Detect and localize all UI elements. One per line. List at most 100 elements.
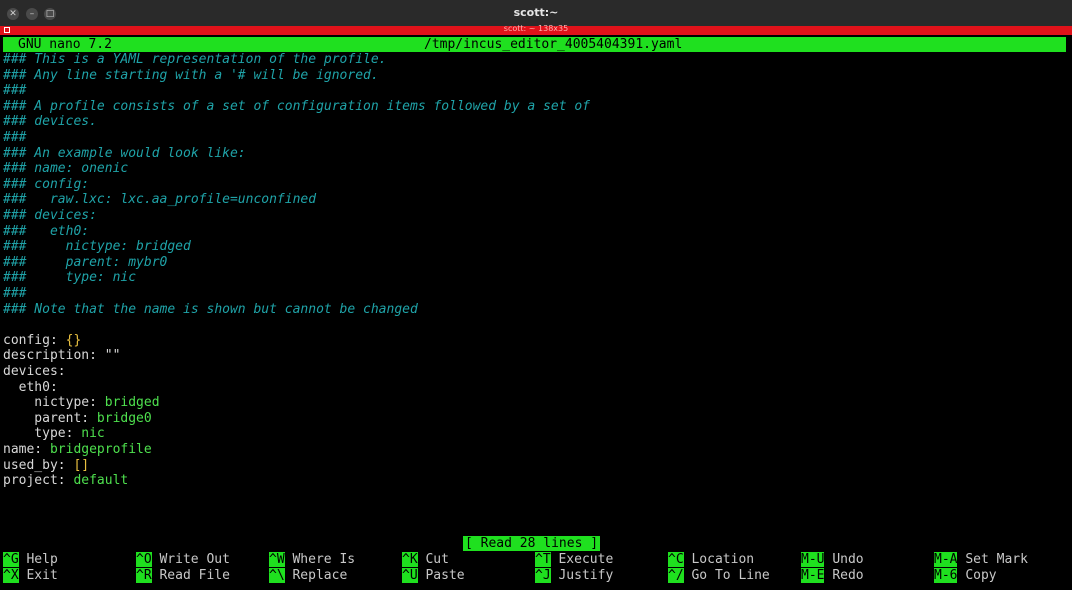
shortcut-label: Location bbox=[691, 552, 755, 567]
comment-line: ### Note that the name is shown but cann… bbox=[3, 301, 418, 317]
shortcut-label: Paste bbox=[425, 568, 465, 583]
shortcut-label: Replace bbox=[292, 568, 348, 583]
shortcut-key: ^G bbox=[3, 552, 19, 567]
shortcut-write-out[interactable]: ^O Write Out bbox=[136, 552, 230, 567]
shortcut-key: ^O bbox=[136, 552, 152, 567]
shortcut-where-is[interactable]: ^W Where Is bbox=[269, 552, 355, 567]
shortcut-paste[interactable]: ^U Paste bbox=[402, 568, 465, 583]
shortcut-label: Redo bbox=[832, 568, 864, 583]
yaml-parent-line: parent: bridge0 bbox=[3, 410, 152, 427]
shortcut-label: Where Is bbox=[292, 552, 356, 567]
yaml-key: name: bbox=[3, 442, 43, 457]
comment-line: ### bbox=[3, 83, 27, 99]
tab-label: scott: ~ 138x35 bbox=[503, 24, 569, 33]
yaml-key: description: bbox=[3, 348, 97, 364]
shortcut-label: Read File bbox=[159, 568, 230, 583]
comment-line: ### eth0: bbox=[3, 223, 90, 239]
shortcut-read-file[interactable]: ^R Read File bbox=[136, 568, 230, 583]
comment-line: ### An example would look like: bbox=[3, 145, 246, 161]
shortcut-key: ^/ bbox=[668, 568, 684, 583]
terminal-window: ✕ – □ scott:~ scott: ~ 138x35 GNU nano 7… bbox=[0, 0, 1072, 590]
shortcut-key: ^\ bbox=[269, 568, 285, 583]
comment-line: ### nictype: bridged bbox=[3, 239, 191, 255]
shortcut-execute[interactable]: ^T Execute bbox=[535, 552, 613, 567]
shortcut-label: Set Mark bbox=[965, 552, 1028, 567]
shortcut-justify[interactable]: ^J Justify bbox=[535, 568, 613, 583]
shortcut-cut[interactable]: ^K Cut bbox=[402, 552, 449, 567]
yaml-value: [] bbox=[73, 457, 90, 473]
comment-line: ### config: bbox=[3, 176, 90, 192]
shortcut-location[interactable]: ^C Location bbox=[668, 552, 754, 567]
shortcut-label: Write Out bbox=[159, 552, 230, 567]
shortcut-label: Help bbox=[26, 552, 58, 567]
shortcut-label: Undo bbox=[832, 552, 864, 567]
yaml-value: {} bbox=[65, 332, 82, 348]
tab-bar[interactable]: scott: ~ 138x35 bbox=[0, 24, 1072, 35]
title-bar: ✕ – □ scott:~ bbox=[0, 0, 1072, 26]
shortcut-key: M-6 bbox=[934, 568, 958, 583]
comment-line: ### A profile consists of a set of confi… bbox=[3, 98, 590, 114]
shortcut-help[interactable]: ^G Help bbox=[3, 552, 58, 567]
yaml-devices-line: devices: bbox=[3, 364, 66, 380]
shortcut-key: M-U bbox=[801, 552, 825, 567]
shortcut-key: M-A bbox=[934, 552, 958, 567]
shortcut-go-to-line[interactable]: ^/ Go To Line bbox=[668, 568, 770, 583]
comment-line: ### name: onenic bbox=[3, 161, 129, 177]
shortcut-undo[interactable]: M-U Undo bbox=[801, 552, 864, 567]
yaml-name-line: name: bridgeprofile bbox=[3, 442, 152, 458]
yaml-key: used_by: bbox=[3, 457, 66, 473]
yaml-key: type: bbox=[3, 426, 74, 442]
shortcut-key: ^K bbox=[402, 552, 418, 567]
yaml-eth0-line: eth0: bbox=[3, 380, 58, 396]
nano-header: GNU nano 7.2 /tmp/incus_editor_400540439… bbox=[3, 37, 1066, 52]
comment-line: ### bbox=[3, 286, 27, 301]
shortcut-replace[interactable]: ^\ Replace bbox=[269, 568, 347, 583]
comment-line: ### parent: mybr0 bbox=[3, 254, 168, 270]
file-name: /tmp/incus_editor_4005404391.yaml bbox=[424, 37, 683, 52]
comment-line: ### devices. bbox=[3, 114, 97, 130]
shortcut-label: Cut bbox=[425, 552, 449, 567]
window-title: scott:~ bbox=[513, 6, 559, 19]
yaml-nictype-line: nictype: bridged bbox=[3, 395, 160, 411]
comment-line: ### raw.lxc: lxc.aa_profile=unconfined bbox=[3, 192, 317, 208]
yaml-value: bridged bbox=[104, 395, 160, 411]
yaml-config-line: config: {} bbox=[3, 333, 81, 349]
shortcut-label: Justify bbox=[558, 568, 614, 583]
comment-line: ### type: nic bbox=[3, 270, 137, 286]
nano-version: GNU nano 7.2 bbox=[18, 37, 112, 52]
terminal-content[interactable]: GNU nano 7.2 /tmp/incus_editor_400540439… bbox=[0, 35, 1072, 590]
shortcut-exit[interactable]: ^X Exit bbox=[3, 568, 58, 583]
comment-line: ### This is a YAML representation of the… bbox=[3, 52, 387, 67]
shortcut-key: ^T bbox=[535, 552, 551, 567]
yaml-value: "" bbox=[104, 348, 121, 364]
shortcut-key: M-E bbox=[801, 568, 825, 583]
shortcut-key: ^J bbox=[535, 568, 551, 583]
yaml-value: bridgeprofile bbox=[49, 442, 152, 457]
yaml-key: eth0: bbox=[3, 379, 58, 395]
shortcut-key: ^R bbox=[136, 568, 152, 583]
yaml-value: default bbox=[73, 473, 129, 489]
shortcut-label: Go To Line bbox=[691, 568, 770, 583]
shortcut-label: Copy bbox=[965, 568, 997, 583]
yaml-key: devices: bbox=[3, 364, 66, 379]
comment-line: ### bbox=[3, 130, 27, 145]
shortcut-set-mark[interactable]: M-A Set Mark bbox=[934, 552, 1028, 567]
shortcut-key: ^C bbox=[668, 552, 684, 567]
yaml-value: bridge0 bbox=[96, 410, 152, 426]
comment-line: ### devices: bbox=[3, 208, 97, 223]
yaml-key: parent: bbox=[3, 410, 90, 426]
shortcut-key: ^X bbox=[3, 568, 19, 583]
shortcut-key: ^W bbox=[269, 552, 285, 567]
shortcut-redo[interactable]: M-E Redo bbox=[801, 568, 864, 583]
yaml-used-by-line: used_by: [] bbox=[3, 458, 89, 474]
comment-line: ### Any line starting with a '# will be … bbox=[3, 67, 379, 83]
yaml-key: nictype: bbox=[3, 395, 97, 411]
shortcut-label: Exit bbox=[26, 568, 58, 583]
yaml-key: config: bbox=[3, 332, 58, 348]
yaml-key: project: bbox=[3, 473, 66, 489]
shortcut-key: ^U bbox=[402, 568, 418, 583]
status-message: [ Read 28 lines ] bbox=[463, 536, 601, 551]
shortcut-copy[interactable]: M-6 Copy bbox=[934, 568, 997, 583]
yaml-description-line: description: "" bbox=[3, 348, 120, 364]
shortcut-label: Execute bbox=[558, 552, 614, 567]
